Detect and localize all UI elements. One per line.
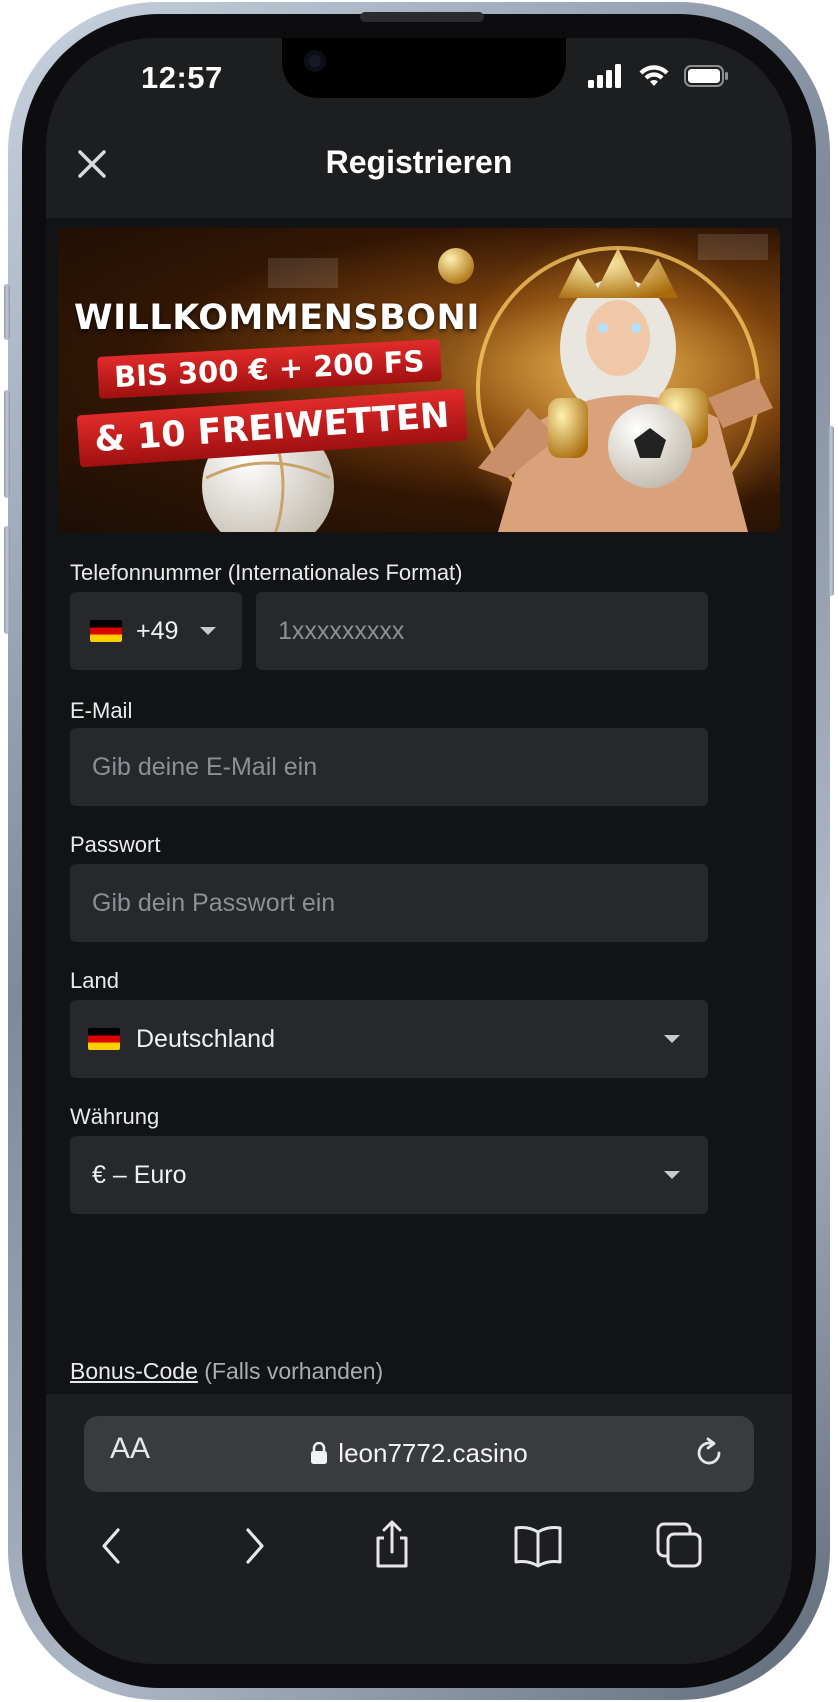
welcome-bonus-banner[interactable]: WILLKOMMENSBONI BIS 300 € + 200 FS & 10 …: [58, 228, 780, 532]
tabs-icon[interactable]: [650, 1516, 710, 1576]
status-bar: 12:57: [46, 38, 792, 118]
url-text: leon7772.casino: [338, 1438, 528, 1468]
password-placeholder: Gib dein Passwort ein: [92, 888, 336, 917]
page-title: Registrieren: [325, 144, 513, 180]
reload-icon[interactable]: [692, 1436, 726, 1470]
back-icon[interactable]: [82, 1516, 142, 1576]
phone-input[interactable]: 1xxxxxxxxx: [256, 592, 708, 670]
chevron-down-icon: [664, 1035, 680, 1043]
email-placeholder: Gib deine E-Mail ein: [92, 752, 318, 781]
address-bar[interactable]: AA leon7772.casino: [84, 1416, 754, 1492]
country-code-value: +49: [136, 616, 179, 645]
screen: 12:57 Registrieren WILLKOMMENSBONI BIS 3…: [46, 38, 792, 1664]
notch: [282, 38, 566, 98]
registration-form: WILLKOMMENSBONI BIS 300 € + 200 FS & 10 …: [46, 218, 792, 1394]
bonus-code-hint: (Falls vorhanden): [204, 1358, 384, 1384]
phone-label: Telefonnummer (Internationales Format): [70, 560, 463, 585]
germany-flag-icon: [90, 620, 122, 642]
action-button: [4, 284, 10, 340]
bonus-code-row: Bonus-Code (Falls vorhanden): [70, 1358, 383, 1385]
volume-up-button: [4, 390, 10, 498]
url-display[interactable]: leon7772.casino: [84, 1438, 754, 1469]
country-value: Deutschland: [136, 1024, 275, 1053]
power-button: [828, 426, 834, 596]
chevron-down-icon: [200, 627, 216, 635]
germany-flag-icon: [88, 1028, 120, 1050]
status-icons: [588, 64, 730, 88]
password-input[interactable]: Gib dein Passwort ein: [70, 864, 708, 942]
currency-label: Währung: [70, 1104, 160, 1129]
safari-toolbar: AA leon7772.casino: [46, 1394, 792, 1664]
page-header: Registrieren: [46, 118, 792, 218]
banner-title: WILLKOMMENSBONI: [74, 298, 480, 338]
bonus-code-link[interactable]: Bonus-Code: [70, 1358, 198, 1384]
wifi-icon: [639, 65, 669, 86]
chevron-down-icon: [664, 1171, 680, 1179]
country-label: Land: [70, 968, 119, 993]
earpiece: [360, 12, 484, 22]
password-label: Passwort: [70, 832, 161, 857]
volume-down-button: [4, 526, 10, 634]
signal-icon: [588, 64, 621, 88]
front-camera: [304, 50, 326, 72]
country-code-select[interactable]: +49: [70, 592, 242, 670]
currency-value: € – Euro: [92, 1160, 187, 1189]
status-time: 12:57: [141, 60, 223, 95]
currency-select[interactable]: € – Euro: [70, 1136, 708, 1214]
bookmarks-icon[interactable]: [508, 1516, 568, 1576]
email-label: E-Mail: [70, 698, 133, 723]
email-input[interactable]: Gib deine E-Mail ein: [70, 728, 708, 806]
country-select[interactable]: Deutschland: [70, 1000, 708, 1078]
lock-icon: [311, 1441, 328, 1464]
battery-icon: [684, 65, 728, 87]
forward-icon[interactable]: [224, 1516, 284, 1576]
phone-placeholder: 1xxxxxxxxx: [278, 616, 405, 645]
browser-nav: [46, 1516, 792, 1586]
share-icon[interactable]: [362, 1516, 422, 1576]
